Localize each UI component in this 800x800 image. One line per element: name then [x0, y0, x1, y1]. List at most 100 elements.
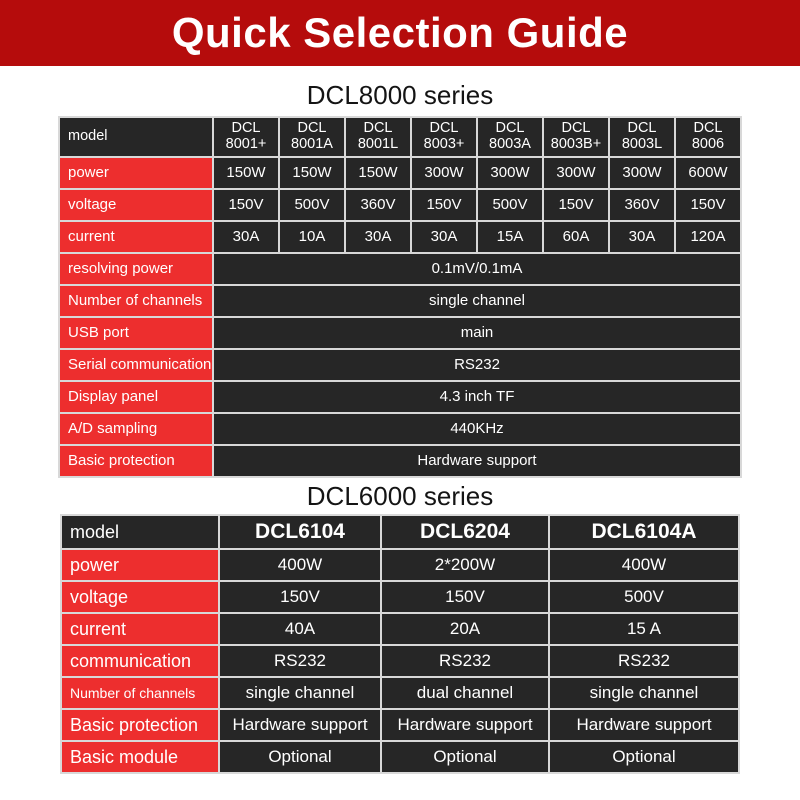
- row-label: USB port: [60, 318, 212, 348]
- model-name-prefix: DCL: [363, 120, 393, 137]
- model-name-prefix: DCL: [627, 120, 657, 137]
- table-row: resolving power 0.1mV/0.1mA: [60, 254, 740, 284]
- spec-value-merged: Hardware support: [214, 446, 740, 476]
- model-header-cell: DCL 8003+: [412, 118, 476, 156]
- spec-value-cell: 150V: [220, 582, 380, 612]
- row-label: voltage: [60, 190, 212, 220]
- model-header-cell: DCL 8001A: [280, 118, 344, 156]
- table-row-model: model DCL6104 DCL6204 DCL6104A: [62, 516, 738, 548]
- table-wrapper-dcl6000: model DCL6104 DCL6204 DCL6104A power 400W 2*20…: [0, 514, 800, 774]
- table-row: Basic protection Hardware support Hardware…: [62, 710, 738, 740]
- model-name-number: 8003A: [489, 136, 531, 152]
- spec-value-cell: 300W: [478, 158, 542, 188]
- row-label-model: model: [62, 516, 218, 548]
- spec-value-cell: 150W: [214, 158, 278, 188]
- row-label: Basic protection: [60, 446, 212, 476]
- model-header-cell: DCL6104A: [550, 516, 738, 548]
- model-header-cell: DCL 8003A: [478, 118, 542, 156]
- model-header-cell: DCL 8001+: [214, 118, 278, 156]
- model-name-number: 8001+: [225, 136, 267, 152]
- page-banner: Quick Selection Guide: [0, 0, 800, 66]
- spec-value-cell: 300W: [544, 158, 608, 188]
- model-name-number: 8003B+: [550, 136, 602, 152]
- model-name-prefix: DCL: [495, 120, 525, 137]
- spec-value-cell: RS232: [220, 646, 380, 676]
- table-row: A/D sampling 440KHz: [60, 414, 740, 444]
- row-label: Number of channels: [62, 678, 218, 708]
- spec-value-merged: single channel: [214, 286, 740, 316]
- model-header-cell: DCL6204: [382, 516, 548, 548]
- spec-value-cell: Hardware support: [220, 710, 380, 740]
- model-name-prefix: DCL: [231, 120, 261, 137]
- spec-value-cell: Optional: [550, 742, 738, 772]
- page-title: Quick Selection Guide: [171, 9, 629, 56]
- spec-value-cell: 360V: [610, 190, 674, 220]
- row-label: communication: [62, 646, 218, 676]
- page-root: Quick Selection Guide DCL8000 series mod…: [0, 0, 800, 800]
- model-header-cell: DCL6104: [220, 516, 380, 548]
- spec-value-cell: 150W: [280, 158, 344, 188]
- model-name-prefix: DCL: [429, 120, 459, 137]
- model-name-number: 8001L: [357, 136, 399, 152]
- spec-value-cell: 30A: [214, 222, 278, 252]
- spec-value-cell: 150V: [676, 190, 740, 220]
- spec-value-cell: 30A: [346, 222, 410, 252]
- table-row: voltage 150V 500V 360V 150V 500V 150V 360V 150V: [60, 190, 740, 220]
- table-row-model: model DCL 8001+ DCL 8001A DCL 8001L DCL 8003+ DCL…: [60, 118, 740, 156]
- spec-value-cell: 150V: [214, 190, 278, 220]
- model-header-cell: DCL 8006: [676, 118, 740, 156]
- spec-value-cell: Optional: [220, 742, 380, 772]
- model-header-cell: DCL 8003L: [610, 118, 674, 156]
- spec-value-cell: 300W: [412, 158, 476, 188]
- spec-value-cell: 500V: [550, 582, 738, 612]
- spec-value-cell: 30A: [412, 222, 476, 252]
- spec-value-cell: 2*200W: [382, 550, 548, 580]
- spec-value-cell: single channel: [550, 678, 738, 708]
- spec-value-merged: 4.3 inch TF: [214, 382, 740, 412]
- table-row: current 40A 20A 15 A: [62, 614, 738, 644]
- spec-value-cell: 500V: [478, 190, 542, 220]
- spec-value-cell: Hardware support: [550, 710, 738, 740]
- spec-value-cell: 400W: [220, 550, 380, 580]
- table-row: Number of channels single channel: [60, 286, 740, 316]
- row-label: voltage: [62, 582, 218, 612]
- spec-value-cell: RS232: [382, 646, 548, 676]
- spec-value-merged: 0.1mV/0.1mA: [214, 254, 740, 284]
- row-label: A/D sampling: [60, 414, 212, 444]
- model-header-cell: DCL 8003B+: [544, 118, 608, 156]
- spec-table-dcl6000: model DCL6104 DCL6204 DCL6104A power 400W 2*20…: [60, 514, 740, 774]
- spec-value-cell: 300W: [610, 158, 674, 188]
- row-label: current: [62, 614, 218, 644]
- model-name-number: 8001A: [291, 136, 333, 152]
- row-label: power: [62, 550, 218, 580]
- spec-value-cell: 360V: [346, 190, 410, 220]
- table-row: power 150W 150W 150W 300W 300W 300W 300W 600W: [60, 158, 740, 188]
- spec-value-cell: 600W: [676, 158, 740, 188]
- spec-value-cell: Hardware support: [382, 710, 548, 740]
- row-label: Basic protection: [62, 710, 218, 740]
- spec-value-cell: 120A: [676, 222, 740, 252]
- table-row: power 400W 2*200W 400W: [62, 550, 738, 580]
- spec-value-cell: 150W: [346, 158, 410, 188]
- spec-value-cell: 30A: [610, 222, 674, 252]
- spec-value-cell: 10A: [280, 222, 344, 252]
- row-label-model: model: [60, 118, 212, 156]
- table-row: Basic protection Hardware support: [60, 446, 740, 476]
- table-row: Number of channels single channel dual cha…: [62, 678, 738, 708]
- table-row: communication RS232 RS232 RS232: [62, 646, 738, 676]
- spec-value-merged: RS232: [214, 350, 740, 380]
- spec-value-cell: 150V: [412, 190, 476, 220]
- spec-table-dcl8000: model DCL 8001+ DCL 8001A DCL 8001L DCL 8003+ DCL…: [58, 116, 742, 478]
- model-name-prefix: DCL: [693, 120, 723, 137]
- row-label: power: [60, 158, 212, 188]
- spec-value-cell: 400W: [550, 550, 738, 580]
- spec-value-cell: dual channel: [382, 678, 548, 708]
- table-row: Basic module Optional Optional Optional: [62, 742, 738, 772]
- spec-value-cell: 60A: [544, 222, 608, 252]
- table-wrapper-dcl8000: model DCL 8001+ DCL 8001A DCL 8001L DCL 8003+ DCL…: [0, 116, 800, 478]
- row-label: Serial communication: [60, 350, 212, 380]
- table-row: Display panel 4.3 inch TF: [60, 382, 740, 412]
- spec-value-cell: 500V: [280, 190, 344, 220]
- row-label: Display panel: [60, 382, 212, 412]
- model-name-number: 8003+: [423, 136, 465, 152]
